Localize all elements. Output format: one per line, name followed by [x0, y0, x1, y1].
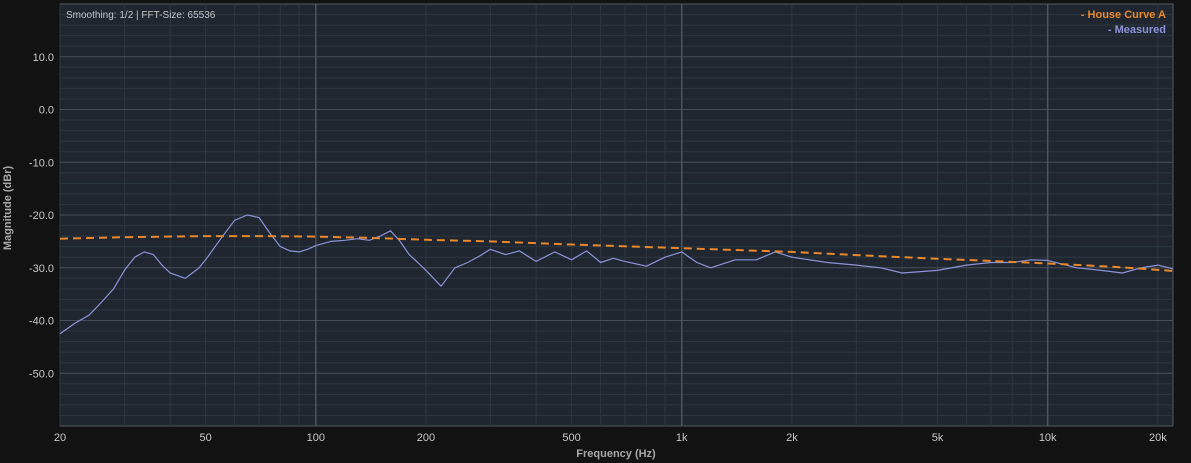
frequency-response-chart: 20 50 100 200 500 1k 2k 5k 10k 20k 10.0 0.0 -10.0 -2…: [0, 0, 1191, 463]
y-tick-label: -40.0: [29, 316, 54, 328]
info-text: Smoothing: 1/2 | FFT-Size: 65536: [66, 10, 216, 21]
legend-measured-label: Measured: [1115, 24, 1166, 36]
x-tick-label: 5k: [932, 432, 944, 444]
grid-lines: [59, 4, 1173, 426]
x-axis-title: Frequency (Hz): [576, 448, 656, 460]
y-tick-label: -20.0: [29, 210, 54, 222]
y-tick-label: -50.0: [29, 368, 54, 380]
x-tick-label: 10k: [1039, 432, 1057, 444]
x-tick-label: 20: [54, 432, 66, 444]
x-tick-label: 1k: [676, 432, 688, 444]
x-tick-label: 500: [562, 432, 580, 444]
x-tick-label: 2k: [786, 432, 798, 444]
x-tick-label: 100: [307, 432, 325, 444]
legend-house-curve: - House Curve A: [1081, 9, 1166, 21]
y-axis-title: Magnitude (dBr): [2, 166, 14, 251]
x-tick-label: 20k: [1149, 432, 1167, 444]
x-tick-label: 200: [417, 432, 435, 444]
y-tick-label: 0.0: [39, 105, 54, 117]
legend-measured: - Measured: [1108, 24, 1166, 36]
x-tick-label: 50: [200, 432, 212, 444]
y-tick-label: -10.0: [29, 157, 54, 169]
y-tick-label: 10.0: [33, 52, 54, 64]
y-tick-label: -30.0: [29, 263, 54, 275]
legend-house-curve-label: House Curve A: [1088, 9, 1167, 21]
